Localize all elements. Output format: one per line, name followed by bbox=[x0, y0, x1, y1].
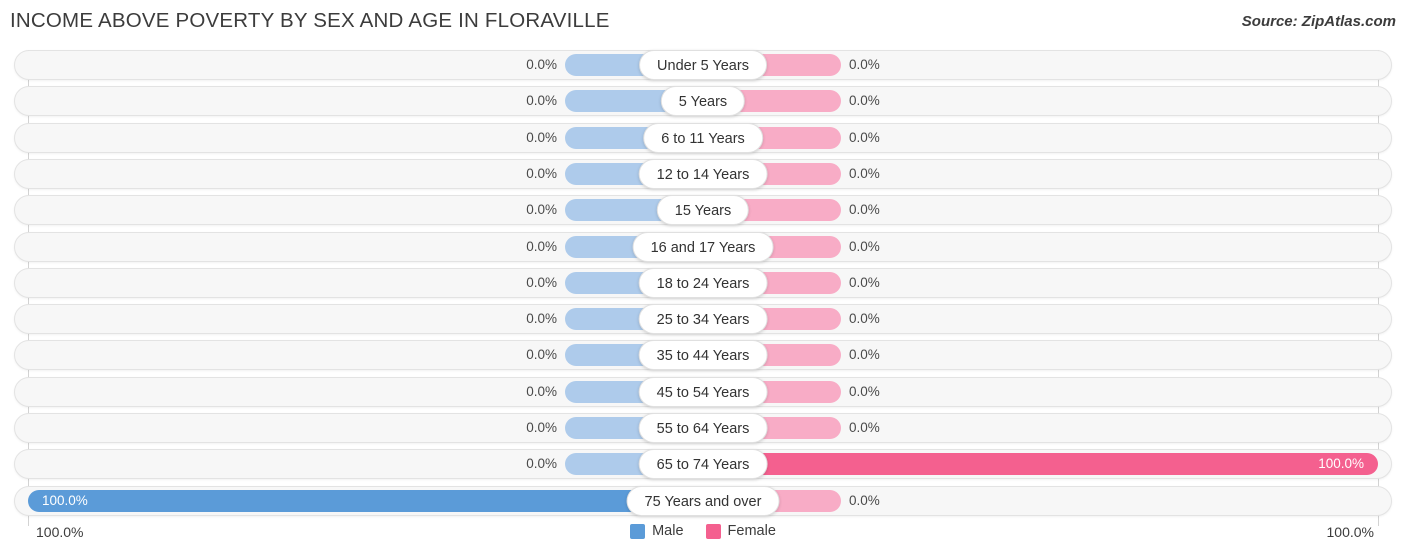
legend-label-female: Female bbox=[727, 523, 776, 539]
value-label-male: 0.0% bbox=[526, 383, 557, 399]
value-label-male: 0.0% bbox=[526, 202, 557, 218]
chart-row: 0.0% 0.0% 12 to 14 Years bbox=[14, 158, 1392, 189]
chart-footer: 100.0% 100.0% Male Female bbox=[0, 518, 1406, 559]
value-label-female: 0.0% bbox=[849, 347, 880, 363]
category-label: 12 to 14 Years bbox=[638, 158, 768, 189]
value-label-female: 0.0% bbox=[849, 492, 880, 508]
category-label: 16 and 17 Years bbox=[632, 231, 774, 262]
chart-row: 0.0% 0.0% Under 5 Years bbox=[14, 50, 1392, 80]
category-label: 55 to 64 Years bbox=[638, 413, 768, 443]
legend-item-male[interactable]: Male bbox=[630, 523, 684, 539]
chart-row: 0.0% 0.0% 5 Years bbox=[14, 86, 1392, 117]
chart-row: 0.0% 0.0% 55 to 64 Years bbox=[14, 413, 1392, 443]
value-label-female: 0.0% bbox=[849, 202, 880, 218]
chart-row: 0.0% 0.0% 35 to 44 Years bbox=[14, 340, 1392, 371]
page-title: INCOME ABOVE POVERTY BY SEX AND AGE IN F… bbox=[10, 9, 610, 32]
chart-row: 0.0% 0.0% 16 and 17 Years bbox=[14, 231, 1392, 262]
value-label-male: 0.0% bbox=[526, 347, 557, 363]
value-label-female: 0.0% bbox=[849, 165, 880, 181]
legend-item-female[interactable]: Female bbox=[705, 523, 776, 539]
chart-row: 0.0% 0.0% 25 to 34 Years bbox=[14, 304, 1392, 335]
legend-label-male: Male bbox=[652, 523, 684, 539]
value-label-male: 0.0% bbox=[526, 165, 557, 181]
value-label-female: 0.0% bbox=[849, 129, 880, 145]
value-label-female: 0.0% bbox=[849, 238, 880, 254]
category-label: 65 to 74 Years bbox=[638, 449, 768, 480]
value-label-female: 0.0% bbox=[849, 311, 880, 327]
value-label-female: 0.0% bbox=[849, 93, 880, 109]
value-label-female: 100.0% bbox=[1318, 456, 1364, 472]
value-label-male: 0.0% bbox=[526, 274, 557, 290]
chart-row: 0.0% 0.0% 15 Years bbox=[14, 195, 1392, 226]
category-label: 15 Years bbox=[656, 195, 750, 226]
chart-row: 0.0% 0.0% 18 to 24 Years bbox=[14, 267, 1392, 298]
chart-row: 0.0% 0.0% 6 to 11 Years bbox=[14, 122, 1392, 153]
chart-legend: Male Female bbox=[0, 523, 1406, 539]
category-label: 6 to 11 Years bbox=[643, 122, 763, 153]
value-label-male: 0.0% bbox=[526, 311, 557, 327]
chart-header: INCOME ABOVE POVERTY BY SEX AND AGE IN F… bbox=[0, 0, 1406, 44]
legend-swatch-female-icon bbox=[705, 523, 721, 539]
value-label-male: 0.0% bbox=[526, 238, 557, 254]
category-label: 35 to 44 Years bbox=[638, 340, 768, 371]
value-label-male: 0.0% bbox=[526, 93, 557, 109]
value-label-male: 0.0% bbox=[526, 129, 557, 145]
value-label-male: 100.0% bbox=[42, 492, 88, 508]
value-label-female: 0.0% bbox=[849, 57, 880, 72]
category-label: Under 5 Years bbox=[639, 50, 767, 80]
chart-row: 0.0% 0.0% 45 to 54 Years bbox=[14, 376, 1392, 407]
chart-row: 100.0% 0.0% 75 Years and over bbox=[14, 485, 1392, 516]
category-label: 45 to 54 Years bbox=[638, 376, 768, 407]
value-label-male: 0.0% bbox=[526, 456, 557, 472]
legend-swatch-male-icon bbox=[630, 523, 646, 539]
value-label-male: 0.0% bbox=[526, 420, 557, 435]
chart-page: INCOME ABOVE POVERTY BY SEX AND AGE IN F… bbox=[0, 0, 1406, 559]
value-label-female: 0.0% bbox=[849, 383, 880, 399]
category-label: 5 Years bbox=[660, 86, 746, 117]
chart-plot-area: 0.0% 0.0% Under 5 Years 0.0% 0.0% 5 Years 0.0%… bbox=[0, 44, 1406, 526]
source-attribution: Source: ZipAtlas.com bbox=[1241, 13, 1396, 30]
value-label-female: 0.0% bbox=[849, 274, 880, 290]
value-label-female: 0.0% bbox=[849, 420, 880, 435]
chart-row: 0.0% 100.0% 65 to 74 Years bbox=[14, 449, 1392, 480]
category-label: 18 to 24 Years bbox=[638, 267, 768, 298]
value-label-male: 0.0% bbox=[526, 57, 557, 72]
category-label: 25 to 34 Years bbox=[638, 304, 768, 335]
category-label: 75 Years and over bbox=[626, 485, 780, 516]
